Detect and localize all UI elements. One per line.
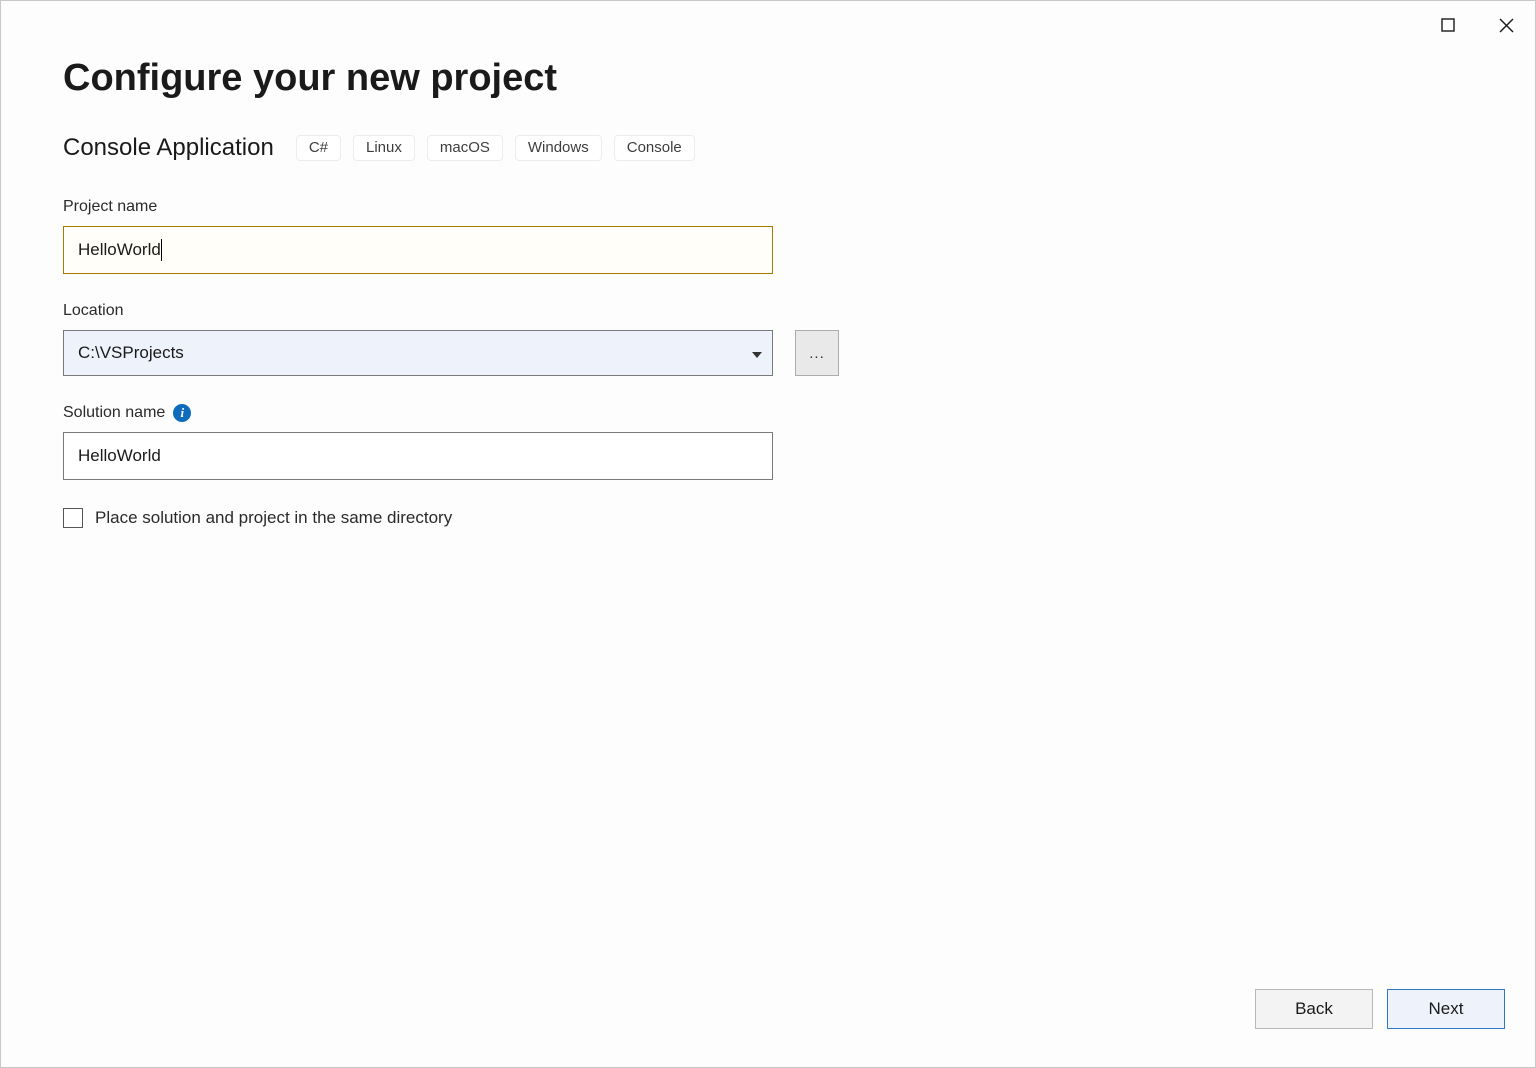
browse-label: ... <box>809 345 825 362</box>
dialog-window: Configure your new project Console Appli… <box>0 0 1536 1068</box>
maximize-button[interactable] <box>1419 2 1477 48</box>
back-button[interactable]: Back <box>1255 989 1373 1029</box>
chevron-down-icon <box>752 343 762 363</box>
tag-csharp: C# <box>296 135 341 161</box>
template-name: Console Application <box>63 134 274 162</box>
location-block: Location C:\VSProjects ... <box>63 302 1473 376</box>
page-title: Configure your new project <box>63 57 1473 100</box>
template-row: Console Application C# Linux macOS Windo… <box>63 134 1473 162</box>
location-combo[interactable]: C:\VSProjects <box>63 330 773 376</box>
tag-console: Console <box>614 135 695 161</box>
tag-macos: macOS <box>427 135 503 161</box>
project-name-input[interactable]: HelloWorld <box>63 226 773 274</box>
project-name-label: Project name <box>63 198 1473 216</box>
same-directory-label[interactable]: Place solution and project in the same d… <box>95 508 452 528</box>
solution-name-label: Solution name <box>63 404 165 422</box>
next-button[interactable]: Next <box>1387 989 1505 1029</box>
content-area: Configure your new project Console Appli… <box>63 57 1473 528</box>
close-icon <box>1499 18 1514 33</box>
tag-linux: Linux <box>353 135 415 161</box>
project-name-value: HelloWorld <box>78 240 161 260</box>
solution-name-block: Solution name i HelloWorld <box>63 404 1473 480</box>
same-directory-row: Place solution and project in the same d… <box>63 508 1473 528</box>
location-label: Location <box>63 302 1473 320</box>
back-label: Back <box>1295 999 1333 1019</box>
tag-windows: Windows <box>515 135 602 161</box>
solution-name-input[interactable]: HelloWorld <box>63 432 773 480</box>
location-value: C:\VSProjects <box>78 343 184 363</box>
tag-list: C# Linux macOS Windows Console <box>296 135 695 161</box>
project-name-block: Project name HelloWorld <box>63 198 1473 274</box>
footer-buttons: Back Next <box>1255 989 1505 1029</box>
next-label: Next <box>1429 999 1464 1019</box>
titlebar <box>1419 1 1535 49</box>
location-row: C:\VSProjects ... <box>63 330 1473 376</box>
info-icon[interactable]: i <box>173 404 191 422</box>
text-caret <box>161 239 162 261</box>
maximize-icon <box>1441 18 1455 32</box>
solution-name-value: HelloWorld <box>78 446 161 466</box>
solution-name-label-row: Solution name i <box>63 404 1473 422</box>
same-directory-checkbox[interactable] <box>63 508 83 528</box>
close-button[interactable] <box>1477 2 1535 48</box>
browse-button[interactable]: ... <box>795 330 839 376</box>
